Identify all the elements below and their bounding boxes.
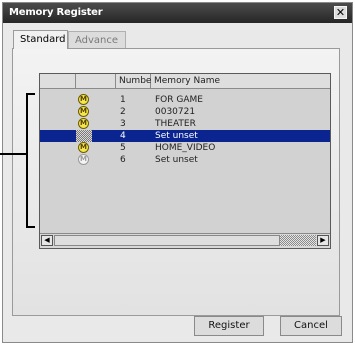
scroll-right-button[interactable]: ▶ [317,235,329,246]
callout-leader-line [0,153,26,155]
window-title: Memory Register [9,7,103,18]
memory-m-icon: M [78,94,89,105]
callout-bracket [26,93,35,228]
row-memory-name: FOR GAME [155,95,203,105]
row-memory-name: Set unset [155,131,198,141]
cancel-button[interactable]: Cancel [280,316,342,336]
horizontal-scrollbar[interactable]: ◀ ▶ [40,233,330,248]
tab-standard[interactable]: Standard [13,30,68,49]
row-number: 4 [120,131,126,141]
row-memory-name: 0030721 [155,107,196,117]
column-header-number[interactable]: Number [116,74,155,89]
scroll-thumb[interactable] [54,235,280,246]
row-memory-name: THEATER [155,119,196,129]
column-header-blank-2[interactable] [76,74,116,89]
row-number: 2 [120,107,126,117]
tab-advance[interactable]: Advance [68,31,126,48]
row-number: 3 [120,119,126,129]
memory-m-icon: M [78,154,89,165]
memory-list[interactable]: Number Memory Name M 1 FOR GAME M 2 0030… [39,73,331,249]
row-number: 1 [120,95,126,105]
list-item[interactable]: M 5 HOME_VIDEO [40,142,330,154]
scroll-track[interactable] [280,235,316,246]
column-header-memory-name[interactable]: Memory Name [151,74,330,89]
scroll-left-button[interactable]: ◀ [41,235,53,246]
row-number: 6 [120,155,126,165]
list-item[interactable]: M 1 FOR GAME [40,94,330,106]
memory-m-icon: M [78,118,89,129]
column-header-blank-1[interactable] [40,74,76,89]
list-item[interactable]: M 2 0030721 [40,106,330,118]
row-number: 5 [120,143,126,153]
row-memory-name: HOME_VIDEO [155,143,216,153]
memory-m-icon: M [78,106,89,117]
close-button[interactable]: ✕ [334,6,347,19]
title-bar[interactable]: Memory Register ✕ [3,3,352,23]
list-item[interactable]: M 6 Set unset [40,154,330,166]
list-item-selected[interactable]: 4 Set unset [40,130,330,142]
list-header: Number Memory Name [40,74,330,89]
list-item[interactable]: M 3 THEATER [40,118,330,130]
row-memory-name: Set unset [155,155,198,165]
register-button[interactable]: Register [194,316,264,336]
empty-slot-icon [76,130,92,142]
memory-m-icon: M [78,142,89,153]
